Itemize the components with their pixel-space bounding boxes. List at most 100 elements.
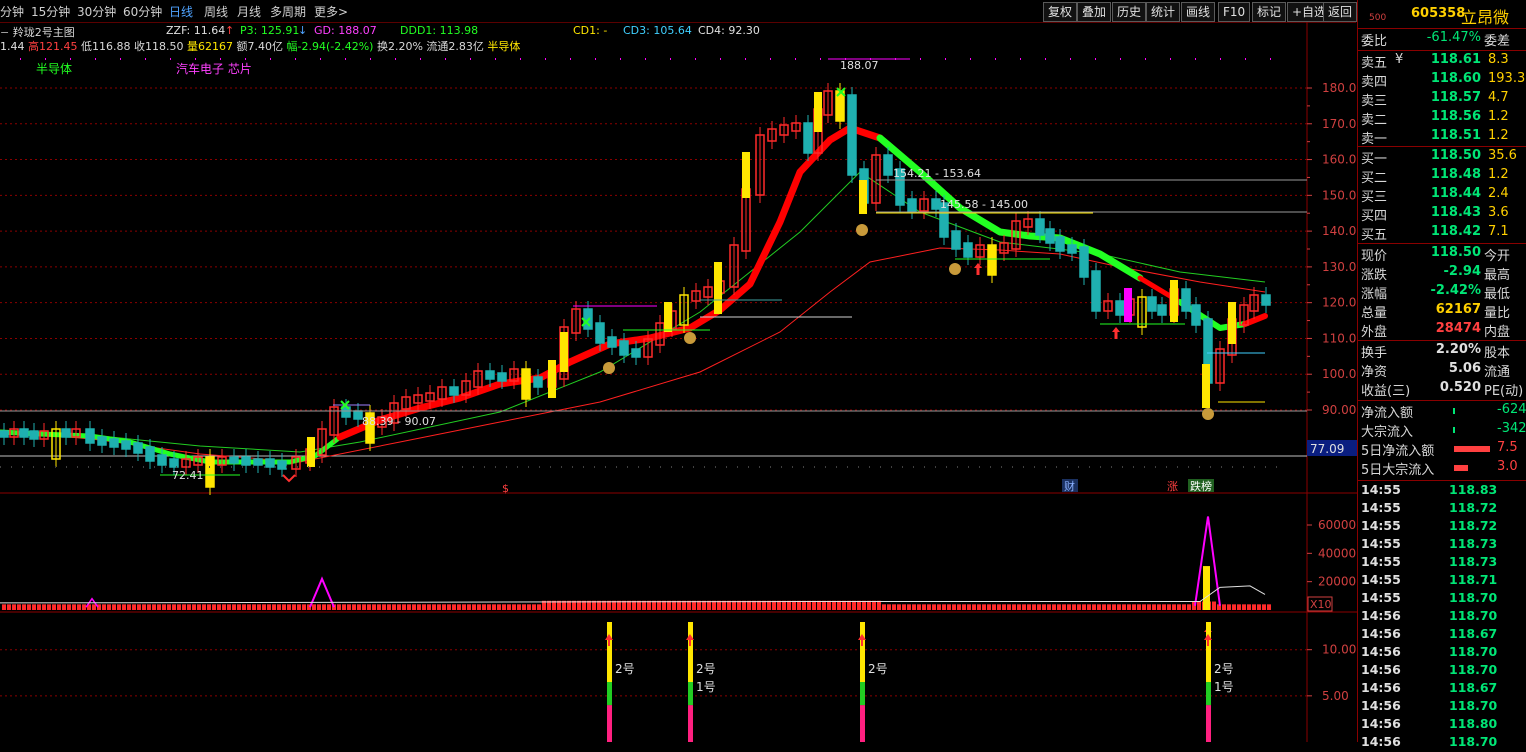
candle-yellow [742,152,750,198]
volume-bar [422,604,426,610]
signal-bar-green [860,682,865,706]
kline-chart[interactable]: 188.07 72.41 154.21 - 153.64 145.58 - 145.0… [0,22,1357,742]
period-15min[interactable]: 15分钟 [31,3,70,20]
volume-bar [202,604,206,610]
volume-bar [162,604,166,610]
tick-time: 14:55 [1361,590,1401,605]
tick-time: 14:55 [1361,572,1401,587]
period-weekly[interactable]: 周线 [204,3,228,20]
tick-row: 14:55 118.83 [1361,482,1526,500]
sig-axis-label: 10.00 [1322,643,1356,657]
volume-bar [492,604,496,610]
tick-row: 14:56 118.70 [1361,734,1526,752]
stat-label: 涨跌 [1361,268,1388,283]
volume-bar [377,604,381,610]
stat2-value: 2.20% [1435,342,1481,357]
period-60min[interactable]: 60分钟 [123,3,162,20]
volume-bar [797,600,801,610]
period-daily[interactable]: 日线 [169,3,193,20]
volume-bar [1047,604,1051,610]
volume-bar [927,604,931,610]
stat-label2: 最高 [1484,268,1511,283]
period-minute[interactable]: 分钟 [0,3,24,20]
volume-bar [317,604,321,610]
volume-bar [222,604,226,610]
mark-button[interactable]: 标记 [1252,2,1287,22]
signal-bar-red [688,705,693,742]
flow-row: 5日大宗流入 3.0 [1361,459,1526,478]
volume-bar [242,604,246,610]
overlay-button[interactable]: 叠加 [1077,2,1112,22]
tick-time: 14:56 [1361,626,1401,641]
volume-bar [502,604,506,610]
up-arrow-icon [1112,327,1120,339]
volume-bar [367,604,371,610]
volume-bar [1252,604,1256,610]
volume-bar [107,604,111,610]
volume-bar [882,604,886,610]
money-bag-icon [1202,408,1214,420]
volume-bar [187,604,191,610]
volume-bar [912,604,916,610]
candle-body [97,436,107,446]
stat-label2: 内盘 [1484,325,1511,340]
volume-bar [937,604,941,610]
draw-button[interactable]: 画线 [1181,2,1216,22]
volume-bar [852,600,856,610]
f10-button[interactable]: F10 [1218,2,1251,22]
fuquan-button[interactable]: 复权 [1043,2,1078,22]
volume-bar [487,604,491,610]
volume-bar [942,604,946,610]
bid-label: 买二 [1361,171,1388,186]
period-more[interactable]: 更多> [314,3,348,20]
volume-bars [0,516,1271,610]
volume-bar [887,604,891,610]
bid-volume: 2.4 [1488,186,1509,201]
volume-bar [512,604,516,610]
candle-body [497,372,507,382]
back-button[interactable]: 返回 [1323,2,1358,22]
volume-bar [752,600,756,610]
volume-bar [1102,604,1106,610]
volume-bar [862,600,866,610]
volume-bar [7,604,11,610]
candle-magenta [1124,288,1132,322]
volume-bar [2,604,6,610]
volume-bar [297,604,301,610]
candle-yellow [859,180,867,214]
flow-value: 3.0 [1497,459,1518,474]
bid-label: 买四 [1361,209,1388,224]
volume-bar [1117,604,1121,610]
candle-yellow [1170,280,1178,322]
stat-row: 外盘 28474 内盘 [1361,321,1526,340]
candlesticks [0,83,1271,495]
period-monthly[interactable]: 月线 [237,3,261,20]
volume-bar [57,604,61,610]
volume-bar [1147,604,1151,610]
volume-bar [757,600,761,610]
volume-bar [352,604,356,610]
volume-bar [817,600,821,610]
chevron-right-icon: > [338,5,349,19]
volume-bar [497,604,501,610]
signal-bar-yellow [860,622,865,682]
stock-code: 605358 [1411,6,1466,21]
vol-axis-label: 40000 [1318,546,1356,560]
flow-bar [1454,465,1468,471]
volume-bar [957,604,961,610]
volume-bar [1042,604,1046,610]
bid-volume: 35.6 [1488,148,1517,163]
stats-button[interactable]: 统计 [1146,2,1181,22]
period-multi[interactable]: 多周期 [270,3,306,20]
sig-axis-label: 5.00 [1322,689,1349,703]
volume-bar [437,604,441,610]
history-button[interactable]: 历史 [1112,2,1147,22]
volume-bar [1267,604,1271,610]
candle-body [1045,228,1055,244]
volume-bar [1122,604,1126,610]
candle-body [265,458,275,468]
candle-yellow [1228,302,1236,344]
period-30min[interactable]: 30分钟 [77,3,116,20]
volume-bar [357,604,361,610]
tick-row: 14:55 118.72 [1361,518,1526,536]
